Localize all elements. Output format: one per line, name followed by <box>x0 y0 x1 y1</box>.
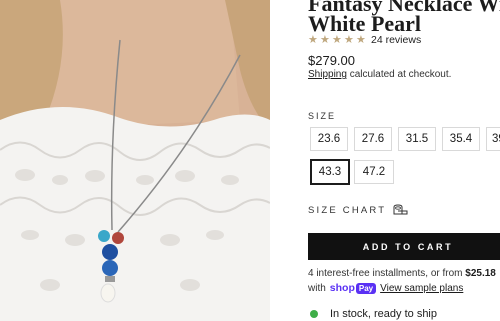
reviews-link[interactable]: 24 reviews <box>371 34 421 46</box>
star-icon: ★ <box>320 33 330 46</box>
stock-text: In stock, ready to ship <box>330 308 437 320</box>
in-stock-dot-icon <box>310 310 318 318</box>
shop-pay-shop: shop <box>329 282 355 294</box>
size-chart-link[interactable]: SIZE CHART <box>308 204 408 216</box>
size-option-31-5[interactable]: 31.5 <box>398 127 436 151</box>
size-option-43-3-selected[interactable]: 43.3 <box>310 159 350 185</box>
ruler-icon <box>393 204 408 215</box>
product-price: $279.00 <box>308 53 355 68</box>
star-icon: ★ <box>308 33 318 46</box>
shop-pay-logo: shop Pay <box>329 282 377 294</box>
size-option-27-6[interactable]: 27.6 <box>354 127 392 151</box>
star-rating: ★ ★ ★ ★ ★ <box>308 33 367 46</box>
add-to-cart-button[interactable]: ADD TO CART <box>308 233 500 260</box>
installments-text: 4 interest-free installments, or from <box>308 268 466 279</box>
shop-pay-badge: Pay <box>355 282 377 294</box>
shipping-note-text: calculated at checkout. <box>346 69 452 80</box>
shipping-link[interactable]: Shipping <box>308 69 347 80</box>
stock-status: In stock, ready to ship <box>310 308 437 320</box>
product-image[interactable] <box>0 0 270 321</box>
product-photo-illustration <box>0 0 270 321</box>
rating-summary[interactable]: ★ ★ ★ ★ ★ 24 reviews <box>308 34 421 46</box>
product-info-panel: Fantasy Necklace With White Pearl ★ ★ ★ … <box>308 0 500 321</box>
product-title-line-2: White Pearl <box>308 11 422 36</box>
installments-line-1: 4 interest-free installments, or from $2… <box>308 268 500 279</box>
product-title: Fantasy Necklace With White Pearl <box>308 0 500 36</box>
star-icon: ★ <box>356 33 366 46</box>
installments-with: with <box>308 282 326 294</box>
installments-line-2: with shop Pay View sample plans <box>308 282 463 294</box>
installment-amount: $25.18 <box>465 268 496 279</box>
star-icon: ★ <box>332 33 342 46</box>
view-sample-plans-link[interactable]: View sample plans <box>380 283 463 294</box>
size-option-47-2[interactable]: 47.2 <box>354 160 394 184</box>
size-option-35-4[interactable]: 35.4 <box>442 127 480 151</box>
size-label: SIZE <box>308 111 337 121</box>
size-chart-label: SIZE CHART <box>308 204 387 216</box>
shipping-note: Shipping calculated at checkout. <box>308 69 451 80</box>
star-icon: ★ <box>344 33 354 46</box>
size-option-23-6[interactable]: 23.6 <box>310 127 348 151</box>
size-option-39-4[interactable]: 39.4 <box>486 127 500 151</box>
